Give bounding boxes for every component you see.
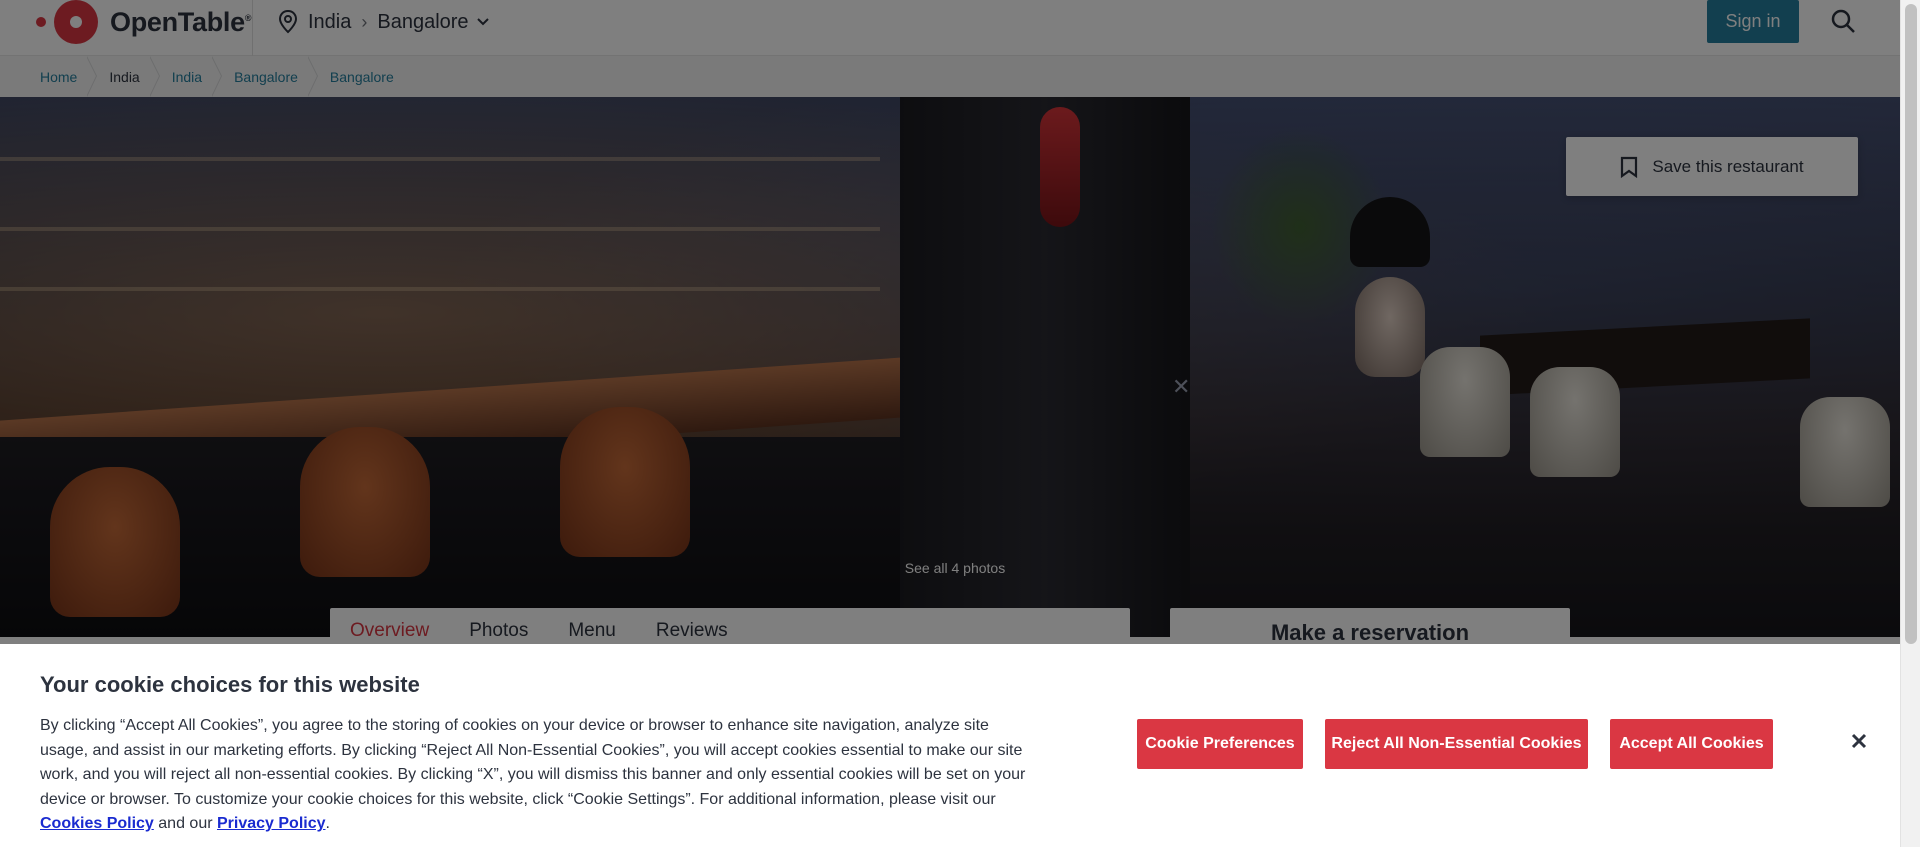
cookie-banner-text: By clicking “Accept All Cookies”, you ag… (40, 717, 1026, 832)
reject-non-essential-cookies-button[interactable]: Reject All Non-Essential Cookies (1325, 719, 1588, 769)
cookies-policy-link[interactable]: Cookies Policy (40, 815, 154, 832)
cookie-preferences-button[interactable]: Cookie Preferences (1137, 719, 1303, 769)
cookie-banner-title: Your cookie choices for this website (40, 672, 420, 697)
page-scrollbar[interactable] (1900, 0, 1920, 847)
page-dim-overlay (0, 0, 1900, 644)
privacy-policy-link[interactable]: Privacy Policy (217, 815, 326, 832)
scrollbar-thumb[interactable] (1905, 4, 1917, 644)
accept-all-cookies-button[interactable]: Accept All Cookies (1610, 719, 1773, 769)
close-icon[interactable] (1846, 728, 1872, 754)
